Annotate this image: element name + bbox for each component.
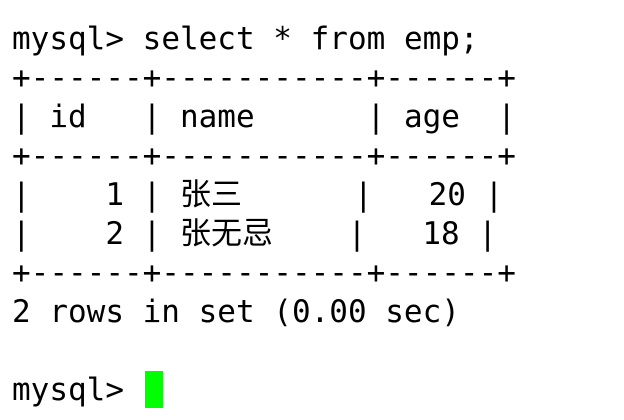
table-row: | 2 | 张无忌 | 18 | [12,216,497,252]
header-name: name [179,99,255,135]
prompt: mysql> [12,21,143,57]
cell-age: 18 [422,216,460,252]
command-line: mysql> select * from emp; [12,20,624,59]
table-border-top: +------+-----------+------+ [12,60,516,96]
result-summary: 2 rows in set (0.00 sec) [12,294,460,330]
cell-id: 2 [105,216,124,252]
input-line[interactable]: mysql> [12,371,624,410]
cell-name: 张无忌 [180,216,273,252]
prompt: mysql> [12,372,143,408]
sql-command: select * from emp; [142,21,479,57]
header-age: age [403,99,460,135]
header-id: id [49,99,87,135]
table-header-row: | id | name | age | [12,99,516,135]
cell-id: 1 [105,177,124,213]
table-row: | 1 | 张三 | 20 | [12,177,504,213]
table-border-bottom: +------+-----------+------+ [12,255,516,291]
cell-name: 张三 [180,177,242,213]
text-cursor [144,371,163,408]
cell-age: 20 [428,177,466,213]
terminal-window[interactable]: mysql> select * from emp; +------+------… [0,0,624,420]
table-border-header: +------+-----------+------+ [12,138,516,174]
